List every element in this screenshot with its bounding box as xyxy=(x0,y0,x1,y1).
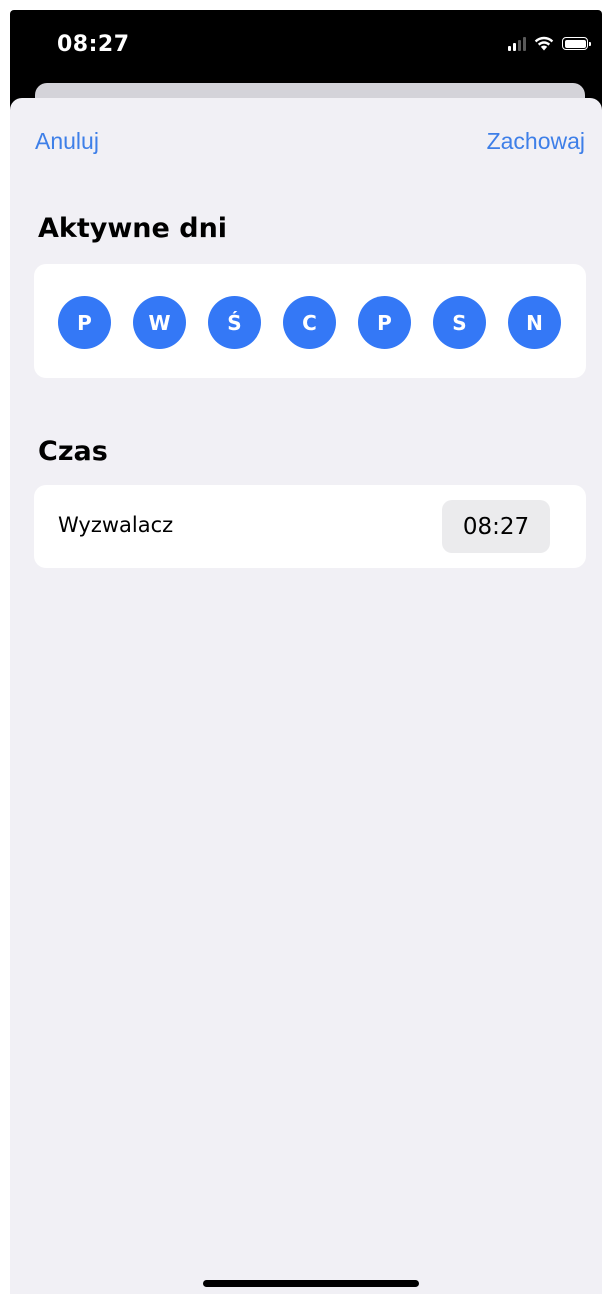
status-icons xyxy=(508,36,591,51)
day-toggle-friday[interactable]: P xyxy=(358,296,411,349)
trigger-time-picker[interactable]: 08:27 xyxy=(442,500,550,553)
day-toggle-monday[interactable]: P xyxy=(58,296,111,349)
time-section-title: Czas xyxy=(38,436,108,467)
day-toggle-wednesday[interactable]: Ś xyxy=(208,296,261,349)
day-toggle-tuesday[interactable]: W xyxy=(133,296,186,349)
wifi-icon xyxy=(534,36,554,51)
active-days-card: P W Ś C P S N xyxy=(34,264,586,378)
day-toggle-saturday[interactable]: S xyxy=(433,296,486,349)
trigger-row: Wyzwalacz 08:27 xyxy=(34,485,586,568)
day-toggle-thursday[interactable]: C xyxy=(283,296,336,349)
battery-icon xyxy=(562,37,591,50)
day-selector: P W Ś C P S N xyxy=(58,296,561,349)
modal-sheet: Anuluj Zachowaj Aktywne dni P W Ś C P S … xyxy=(10,98,602,1294)
active-days-title: Aktywne dni xyxy=(38,213,228,244)
home-indicator[interactable] xyxy=(203,1280,419,1287)
cancel-button[interactable]: Anuluj xyxy=(35,128,99,155)
save-button[interactable]: Zachowaj xyxy=(487,128,585,155)
device-screen: 08:27 Anuluj Zachowaj Aktywne dni P W Ś … xyxy=(10,10,602,1294)
trigger-label: Wyzwalacz xyxy=(58,513,174,537)
cellular-signal-icon xyxy=(508,36,526,51)
day-toggle-sunday[interactable]: N xyxy=(508,296,561,349)
status-time: 08:27 xyxy=(57,32,130,57)
